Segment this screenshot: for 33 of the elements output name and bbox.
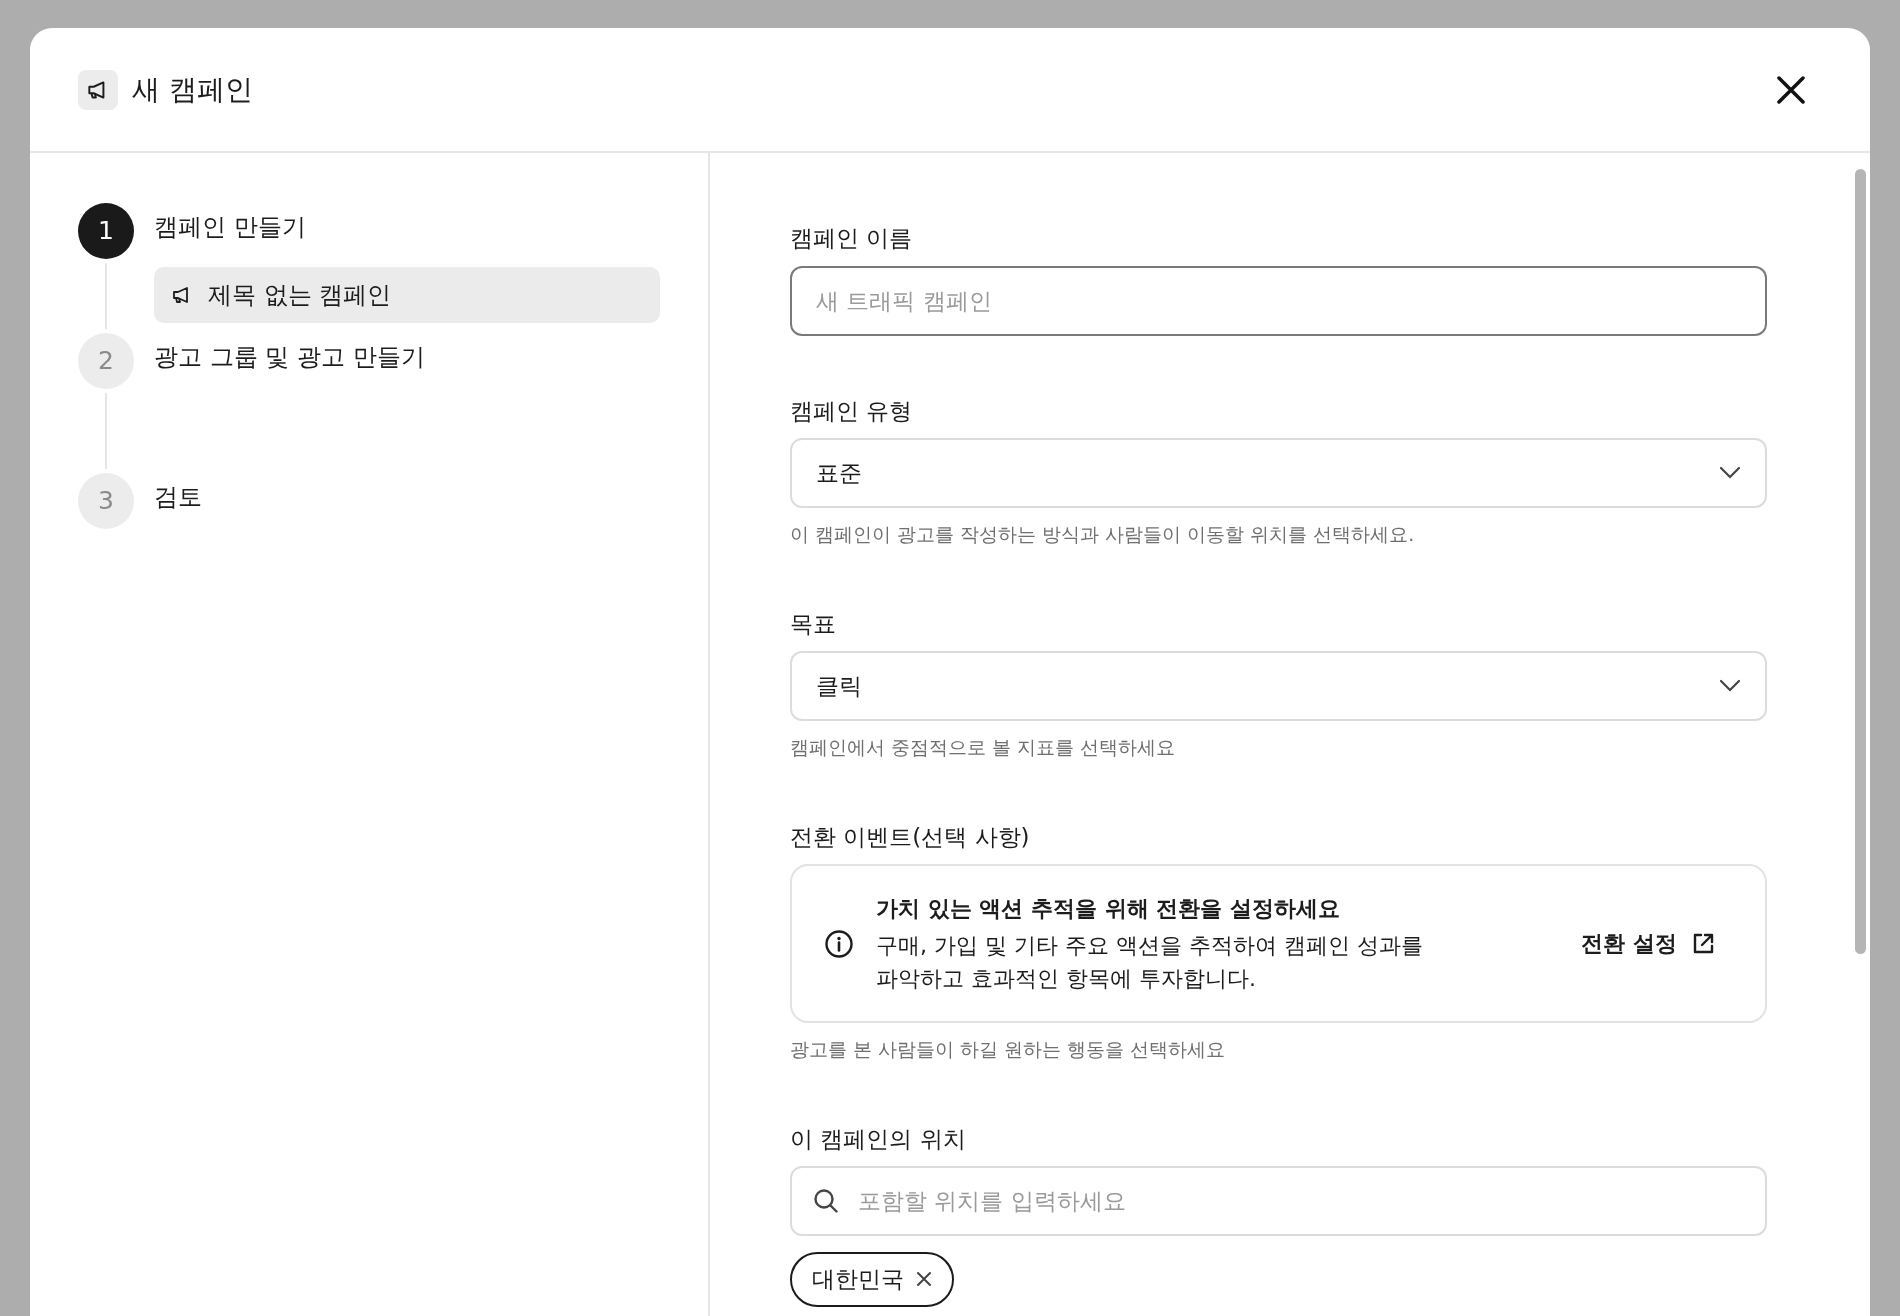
- step-number: 2: [78, 333, 134, 389]
- help-text: 광고를 본 사람들이 하길 원하는 행동을 선택하세요: [790, 1037, 1227, 1062]
- chevron-down-icon: [1719, 466, 1741, 480]
- megaphone-icon: [78, 69, 118, 110]
- setup-link[interactable]: 전환 설정: [1581, 927, 1715, 960]
- step-label[interactable]: 캠페인 만들기: [154, 203, 306, 259]
- chevron-down-icon: [1719, 679, 1741, 693]
- field-label: 이 캠페인의 위치: [790, 1124, 967, 1154]
- field-label: 전환 이벤트(선택 사항): [790, 822, 1031, 852]
- help-text: 캠페인에서 중점적으로 볼 지표를 선택하세요: [790, 735, 1177, 760]
- step-label[interactable]: 검토: [154, 473, 202, 529]
- external-link-icon: [1691, 931, 1715, 956]
- location-chip[interactable]: 대한민국: [790, 1252, 954, 1307]
- select-field[interactable]: 클릭: [790, 651, 1767, 721]
- text-field[interactable]: 새 트래픽 캠페인: [790, 265, 1767, 336]
- step-number: 3: [78, 473, 134, 529]
- info-icon: [824, 928, 854, 959]
- remove-icon: [916, 1271, 932, 1288]
- scrollbar[interactable]: [1855, 169, 1866, 954]
- step-label[interactable]: 광고 그룹 및 광고 만들기: [154, 333, 425, 389]
- close-icon: [1776, 74, 1806, 105]
- search-field[interactable]: 포함할 위치를 입력하세요: [790, 1166, 1767, 1236]
- dialog-title: 새 캠페인: [132, 71, 253, 108]
- field-label: 목표: [790, 609, 837, 639]
- field-label: 캠페인 유형: [790, 396, 914, 426]
- step-number: 1: [78, 203, 134, 259]
- field-label: 캠페인 이름: [790, 224, 914, 253]
- notice-title: 가치 있는 액션 추적을 위해 전환을 설정하세요: [876, 895, 1341, 923]
- select-field[interactable]: 표준: [790, 438, 1767, 508]
- notice-text: 구매, 가입 및 기타 주요 액션을 추적하여 캠페인 성과를 파악하고 효과적인 항목에 투자합니다.: [876, 932, 1424, 993]
- help-text: 이 캠페인이 광고를 작성하는 방식과 사람들이 이동할 위치를 선택하세요.: [790, 522, 1416, 547]
- search-icon: [812, 1187, 840, 1215]
- step-subitem[interactable]: 제목 없는 캠페인: [154, 267, 660, 323]
